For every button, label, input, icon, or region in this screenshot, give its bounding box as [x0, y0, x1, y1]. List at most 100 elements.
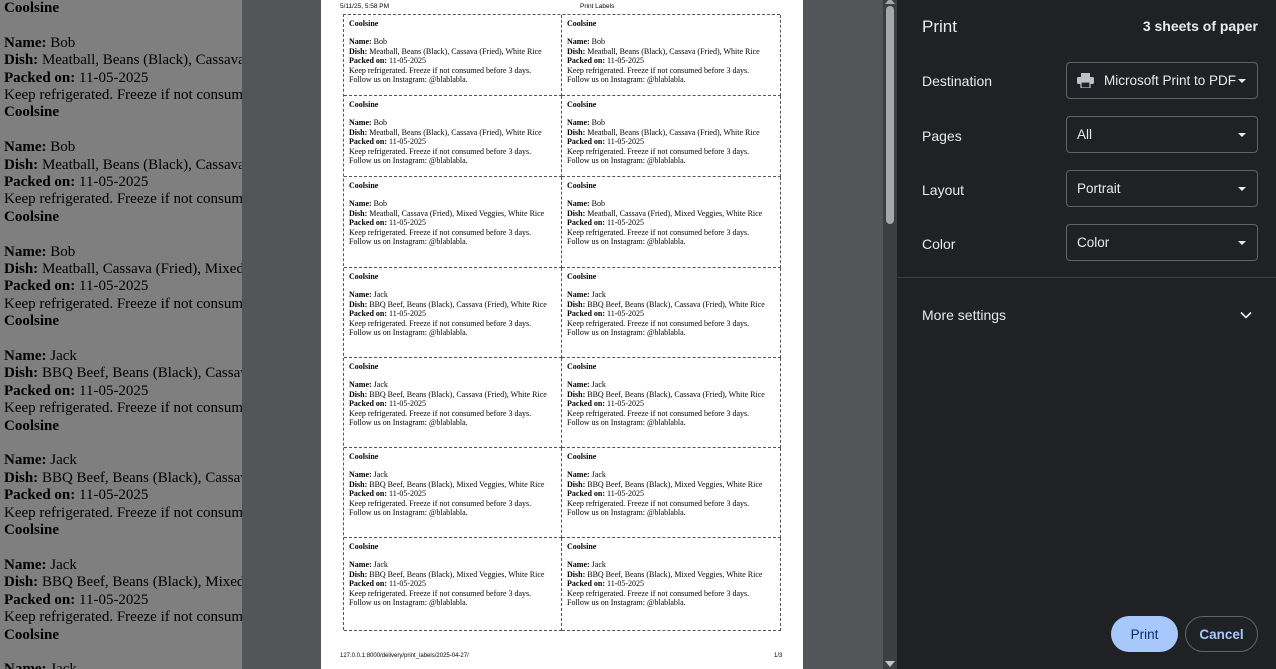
- label-follow-line-value: Follow us on Instagram: @blablabla.: [567, 598, 686, 608]
- label-dish-line-value: Meatball, Cassava (Fried), Mixed Veggies…: [587, 208, 763, 218]
- label-note-line-value: Keep refrigerated. Freeze if not consume…: [567, 318, 750, 328]
- label-name-line-value: Jack: [591, 560, 606, 570]
- label-dish-line-value: BBQ Beef, Beans (Black), Mixed Veggies, …: [587, 569, 763, 579]
- label-packed-line-label: Packed on:: [567, 218, 605, 228]
- label-dish-line: Dish: Meatball, Beans (Black), Cassava (…: [349, 128, 556, 137]
- scroll-down-arrow-icon[interactable]: [885, 661, 895, 667]
- scroll-up-arrow-icon[interactable]: [885, 0, 895, 4]
- color-select[interactable]: Color: [1066, 224, 1258, 261]
- label-follow-line-value: Follow us on Instagram: @blablabla.: [567, 237, 686, 247]
- preview-label-card: Coolsine Name: Jack Dish: BBQ Beef, Beans …: [344, 538, 562, 631]
- label-packed-line-label: Packed on:: [567, 489, 605, 499]
- label-name-line: Name: Jack: [349, 380, 556, 389]
- label-follow-line: Follow us on Instagram: @blablabla.: [349, 156, 556, 165]
- label-brand-title: Coolsine: [567, 542, 597, 551]
- layout-label: Layout: [922, 182, 965, 198]
- label-dish-line-label: Dish:: [567, 46, 586, 56]
- label-packed-line-label: Packed on:: [349, 489, 387, 499]
- label-dish-line-value: BBQ Beef, Beans (Black), Cassava (Fried)…: [587, 299, 765, 309]
- label-note-line: Keep refrigerated. Freeze if not consume…: [349, 228, 556, 237]
- label-name-line: Name: Bob: [349, 199, 556, 208]
- label-follow-line: Follow us on Instagram: @blablabla.: [567, 237, 775, 246]
- label-name-line: Name: Jack: [567, 290, 775, 299]
- color-dropdown-icon: [1238, 241, 1246, 245]
- label-name-line: Name: Jack: [349, 290, 556, 299]
- preview-label-card: Coolsine Name: Jack Dish: BBQ Beef, Beans …: [562, 268, 781, 358]
- label-dish-line-value: BBQ Beef, Beans (Black), Cassava (Fried)…: [369, 299, 547, 309]
- label-dish-line-value: BBQ Beef, Beans (Black), Mixed Veggies, …: [587, 479, 763, 489]
- label-follow-line-value: Follow us on Instagram: @blablabla.: [567, 75, 686, 85]
- label-packed-line: Packed on: 11-05-2025: [567, 137, 775, 146]
- label-follow-line: Follow us on Instagram: @blablabla.: [567, 75, 775, 84]
- label-name-line: Name: Jack: [567, 380, 775, 389]
- label-note-line-value: Keep refrigerated. Freeze if not consume…: [349, 408, 532, 418]
- label-dish-line-value: Meatball, Cassava (Fried), Mixed Veggies…: [369, 208, 545, 218]
- label-name-line-value: Jack: [591, 290, 606, 300]
- pages-value: All: [1077, 127, 1093, 142]
- label-follow-line: Follow us on Instagram: @blablabla.: [567, 156, 775, 165]
- destination-value: Microsoft Print to PDF: [1104, 73, 1237, 88]
- label-name-line-value: Jack: [373, 380, 388, 390]
- preview-scrollbar-thumb[interactable]: [886, 6, 894, 224]
- preview-label-card: Coolsine Name: Jack Dish: BBQ Beef, Beans …: [344, 358, 562, 448]
- label-packed-line: Packed on: 11-05-2025: [567, 399, 775, 408]
- label-dish-line: Dish: Meatball, Cassava (Fried), Mixed V…: [567, 209, 775, 218]
- label-name-line-value: Jack: [373, 470, 388, 480]
- preview-paper-page: 5/11/25, 5:58 PM Print Labels Coolsine Na…: [321, 0, 803, 669]
- label-packed-line: Packed on: 11-05-2025: [349, 399, 556, 408]
- preview-label-card: Coolsine Name: Bob Dish: Meatball, Cassava…: [562, 177, 781, 268]
- label-follow-line: Follow us on Instagram: @blablabla.: [567, 598, 775, 607]
- preview-label-card: Coolsine Name: Jack Dish: BBQ Beef, Beans …: [562, 448, 781, 538]
- label-note-line: Keep refrigerated. Freeze if not consume…: [567, 147, 775, 156]
- panel-divider: [897, 277, 1276, 278]
- cancel-button[interactable]: Cancel: [1185, 616, 1258, 652]
- label-dish-line-value: BBQ Beef, Beans (Black), Mixed Veggies, …: [369, 569, 545, 579]
- label-follow-line: Follow us on Instagram: @blablabla.: [567, 508, 775, 517]
- pages-select[interactable]: All: [1066, 116, 1258, 153]
- label-brand-title: Coolsine: [567, 362, 597, 371]
- pages-dropdown-icon: [1238, 133, 1246, 137]
- preview-label-card: Coolsine Name: Jack Dish: BBQ Beef, Beans …: [562, 358, 781, 448]
- label-note-line-value: Keep refrigerated. Freeze if not consume…: [349, 498, 532, 508]
- label-name-line-value: Bob: [373, 37, 387, 47]
- preview-label-card: Coolsine Name: Jack Dish: BBQ Beef, Beans …: [344, 448, 562, 538]
- destination-select[interactable]: Microsoft Print to PDF: [1066, 62, 1258, 99]
- label-follow-line-value: Follow us on Instagram: @blablabla.: [349, 418, 468, 428]
- label-brand-title: Coolsine: [567, 100, 597, 109]
- chevron-down-icon[interactable]: [1239, 308, 1253, 322]
- label-dish-line-label: Dish:: [567, 299, 586, 309]
- preview-label-card: Coolsine Name: Bob Dish: Meatball, Beans (…: [562, 96, 781, 177]
- print-preview-area[interactable]: 5/11/25, 5:58 PM Print Labels Coolsine Na…: [242, 0, 897, 669]
- layout-select[interactable]: Portrait: [1066, 170, 1258, 207]
- label-name-line-label: Name:: [349, 380, 372, 390]
- label-note-line-value: Keep refrigerated. Freeze if not consume…: [349, 318, 532, 328]
- destination-label: Destination: [922, 73, 993, 89]
- label-brand-title: Coolsine: [349, 272, 379, 281]
- label-packed-line-label: Packed on:: [567, 579, 605, 589]
- label-follow-line: Follow us on Instagram: @blablabla.: [349, 418, 556, 427]
- label-follow-line: Follow us on Instagram: @blablabla.: [349, 328, 556, 337]
- label-follow-line: Follow us on Instagram: @blablabla.: [349, 237, 556, 246]
- label-dish-line-value: Meatball, Beans (Black), Cassava (Fried)…: [369, 46, 542, 56]
- label-follow-line: Follow us on Instagram: @blablabla.: [567, 328, 775, 337]
- label-dish-line: Dish: Meatball, Beans (Black), Cassava (…: [349, 47, 556, 56]
- label-name-line-label: Name:: [567, 290, 590, 300]
- color-value: Color: [1077, 235, 1110, 250]
- label-name-line: Name: Bob: [567, 118, 775, 127]
- layout-value: Portrait: [1077, 181, 1121, 196]
- label-packed-line: Packed on: 11-05-2025: [349, 489, 556, 498]
- label-note-line-value: Keep refrigerated. Freeze if not consume…: [567, 146, 750, 156]
- label-dish-line: Dish: BBQ Beef, Beans (Black), Mixed Veg…: [349, 570, 556, 579]
- label-packed-line-label: Packed on:: [349, 137, 387, 147]
- label-note-line-value: Keep refrigerated. Freeze if not consume…: [349, 588, 532, 598]
- label-packed-line: Packed on: 11-05-2025: [349, 579, 556, 588]
- more-settings-toggle[interactable]: More settings: [922, 307, 1006, 323]
- label-name-line-value: Jack: [373, 290, 388, 300]
- label-dish-line: Dish: BBQ Beef, Beans (Black), Cassava (…: [567, 390, 775, 399]
- label-name-line: Name: Bob: [349, 37, 556, 46]
- print-button[interactable]: Print: [1111, 616, 1178, 652]
- printer-icon: [1077, 73, 1094, 89]
- label-name-line-label: Name:: [567, 199, 590, 209]
- label-note-line-value: Keep refrigerated. Freeze if not consume…: [567, 408, 750, 418]
- label-packed-line-value: 11-05-2025: [607, 218, 645, 228]
